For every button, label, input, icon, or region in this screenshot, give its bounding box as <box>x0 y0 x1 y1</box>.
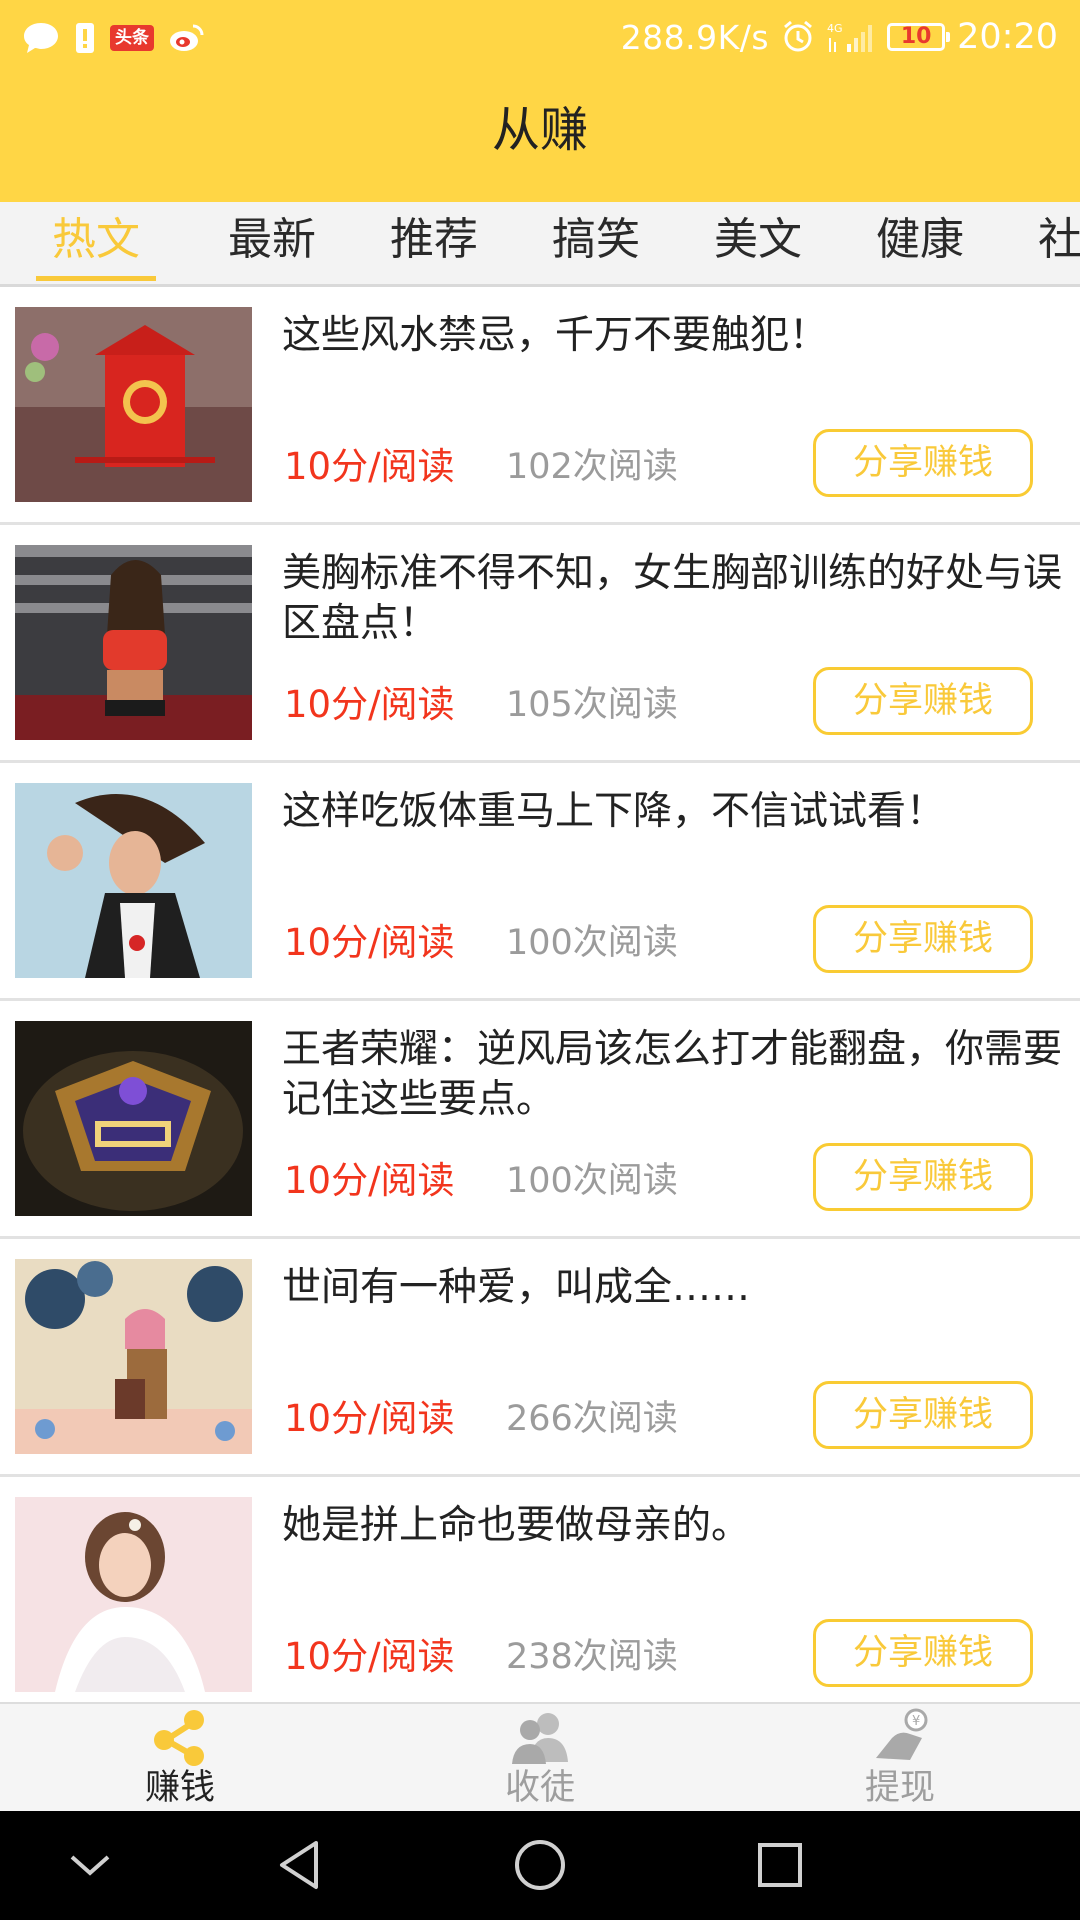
status-notifications: 头条 <box>22 18 204 58</box>
active-tab-indicator <box>36 276 156 281</box>
chevron-down-icon[interactable] <box>58 1833 122 1897</box>
svg-text:¥: ¥ <box>912 1714 920 1729</box>
article-thumbnail[interactable] <box>15 783 252 978</box>
price-per-read: 10分/阅读 <box>284 921 455 964</box>
users-icon <box>512 1713 568 1764</box>
sim-alert-icon <box>74 21 96 55</box>
victory-emblem-image <box>15 1021 252 1216</box>
article-item[interactable]: 美胸标准不得不知，女生胸部训练的好处与误区盘点！ 10分/阅读 105次阅读 分… <box>0 525 1080 763</box>
nav-recruit[interactable]: 收徒 <box>440 1704 640 1813</box>
price-per-read: 10分/阅读 <box>284 683 455 726</box>
nav-withdraw[interactable]: ¥ 提现 <box>800 1704 1000 1813</box>
article-thumbnail[interactable] <box>15 307 252 502</box>
price-per-read: 10分/阅读 <box>284 1159 455 1202</box>
article-title[interactable]: 世间有一种爱，叫成全…… <box>282 1263 1067 1313</box>
withdraw-icon: ¥ <box>876 1708 928 1760</box>
share-earn-button[interactable]: 分享赚钱 <box>813 1381 1033 1449</box>
battery-level: 10 <box>900 24 932 49</box>
article-item[interactable]: 这样吃饭体重马上下降，不信试试看！ 10分/阅读 100次阅读 分享赚钱 <box>0 763 1080 1001</box>
article-thumbnail[interactable] <box>15 1497 252 1692</box>
article-title[interactable]: 这些风水禁忌，千万不要触犯！ <box>282 311 1067 361</box>
tab-recommended[interactable]: 推荐 <box>390 202 478 284</box>
battery-icon: 10 <box>887 23 951 51</box>
price-per-read: 10分/阅读 <box>284 445 455 488</box>
recents-icon[interactable] <box>748 1833 812 1897</box>
article-item[interactable]: 这些风水禁忌，千万不要触犯！ 10分/阅读 102次阅读 分享赚钱 <box>0 287 1080 525</box>
article-list: 这些风水禁忌，千万不要触犯！ 10分/阅读 102次阅读 分享赚钱 美胸标准不得… <box>0 287 1080 1707</box>
status-system: 288.9K/s 4G 10 20:20 <box>621 14 1058 60</box>
read-count: 238次阅读 <box>506 1637 678 1677</box>
home-icon[interactable] <box>508 1833 572 1897</box>
message-icon <box>22 21 60 55</box>
alarm-icon <box>781 20 815 54</box>
nav-earn-label: 赚钱 <box>144 1768 215 1808</box>
article-item[interactable]: 世间有一种爱，叫成全…… 10分/阅读 266次阅读 分享赚钱 <box>0 1239 1080 1477</box>
article-title[interactable]: 她是拼上命也要做母亲的。 <box>282 1501 1067 1551</box>
clock: 20:20 <box>957 17 1058 57</box>
article-title[interactable]: 美胸标准不得不知，女生胸部训练的好处与误区盘点！ <box>282 549 1067 649</box>
weibo-icon <box>168 23 204 53</box>
net-speed: 288.9K/s <box>620 17 770 57</box>
share-earn-button[interactable]: 分享赚钱 <box>813 1619 1033 1687</box>
article-thumbnail[interactable] <box>15 1021 252 1216</box>
read-count: 266次阅读 <box>506 1399 678 1439</box>
share-earn-button[interactable]: 分享赚钱 <box>813 667 1033 735</box>
bottom-navigation: 赚钱 收徒 ¥ 提现 <box>0 1702 1080 1813</box>
tab-society[interactable]: 社 <box>1038 202 1080 284</box>
couple-illustration-image <box>15 1259 252 1454</box>
network-type: 4G <box>827 22 843 35</box>
price-per-read: 10分/阅读 <box>284 1635 455 1678</box>
article-item[interactable]: 王者荣耀：逆风局该怎么打才能翻盘，你需要记住这些要点。 10分/阅读 100次阅… <box>0 1001 1080 1239</box>
fitness-woman-image <box>15 545 252 740</box>
back-icon[interactable] <box>268 1833 332 1897</box>
young-woman-image <box>15 1497 252 1692</box>
share-earn-button[interactable]: 分享赚钱 <box>813 905 1033 973</box>
system-navigation-bar <box>0 1811 1080 1920</box>
nav-earn[interactable]: 赚钱 <box>80 1704 280 1813</box>
share-icon <box>154 1710 204 1766</box>
article-title[interactable]: 王者荣耀：逆风局该怎么打才能翻盘，你需要记住这些要点。 <box>282 1025 1067 1125</box>
category-tabs: 热文 最新 推荐 搞笑 美文 健康 社 <box>0 202 1080 287</box>
page-title: 从赚 <box>491 102 588 158</box>
read-count: 102次阅读 <box>506 447 678 487</box>
status-bar: 头条 288.9K/s 4G 10 20:20 <box>0 0 1080 74</box>
article-thumbnail[interactable] <box>15 545 252 740</box>
share-earn-button[interactable]: 分享赚钱 <box>813 429 1033 497</box>
tab-funny[interactable]: 搞笑 <box>552 202 640 284</box>
article-thumbnail[interactable] <box>15 1259 252 1454</box>
app-header: 头条 288.9K/s 4G 10 20:20 从赚 <box>0 0 1080 202</box>
nav-withdraw-label: 提现 <box>864 1768 935 1808</box>
tab-latest[interactable]: 最新 <box>228 202 316 284</box>
read-count: 100次阅读 <box>506 1161 678 1201</box>
tab-hot[interactable]: 热文 <box>52 202 140 284</box>
nav-recruit-label: 收徒 <box>504 1768 575 1808</box>
read-count: 105次阅读 <box>506 685 678 725</box>
wedding-sedan-image <box>15 307 252 502</box>
price-per-read: 10分/阅读 <box>284 1397 455 1440</box>
tab-essays[interactable]: 美文 <box>714 202 802 284</box>
read-count: 100次阅读 <box>506 923 678 963</box>
article-title[interactable]: 这样吃饭体重马上下降，不信试试看！ <box>282 787 1067 837</box>
toutiao-icon: 头条 <box>110 25 154 51</box>
share-earn-button[interactable]: 分享赚钱 <box>813 1143 1033 1211</box>
article-item[interactable]: 她是拼上命也要做母亲的。 10分/阅读 238次阅读 分享赚钱 <box>0 1477 1080 1707</box>
signal-icon: 4G <box>827 20 875 54</box>
superwoman-image <box>15 783 252 978</box>
tab-health[interactable]: 健康 <box>876 202 964 284</box>
